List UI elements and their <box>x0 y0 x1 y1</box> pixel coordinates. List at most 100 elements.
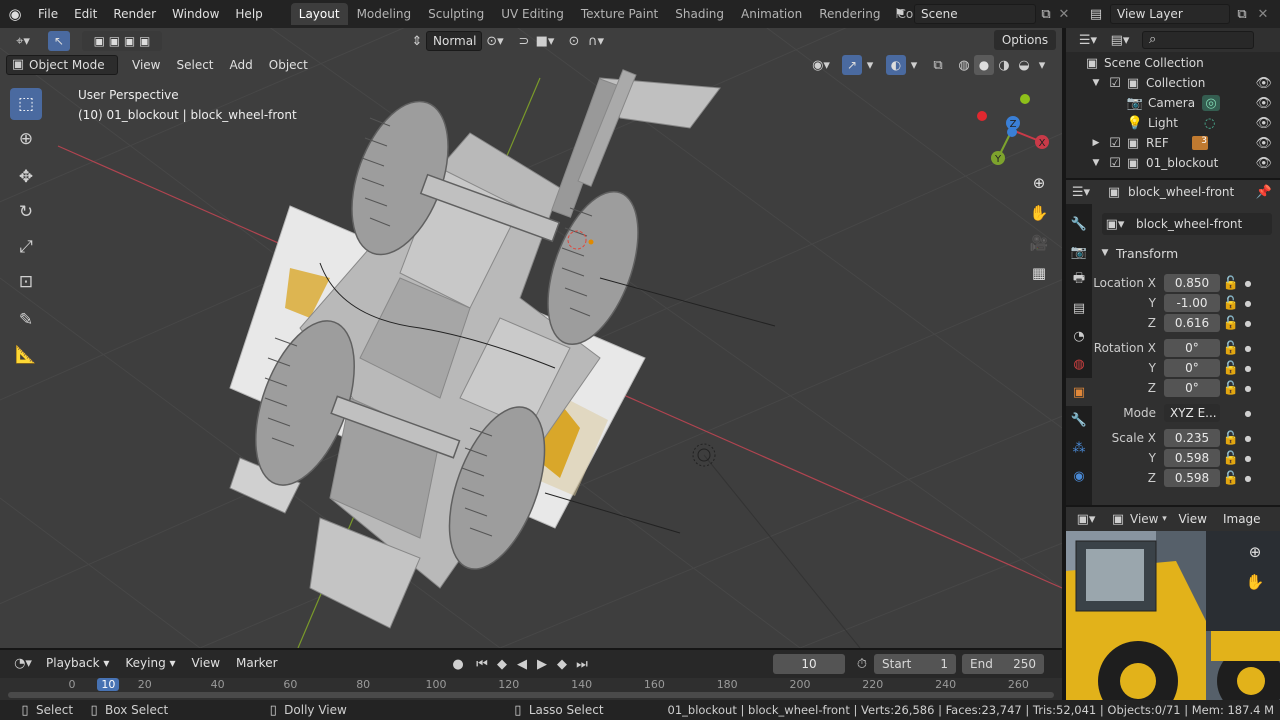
tab-rendering[interactable]: Rendering <box>811 3 888 25</box>
menu-file[interactable]: File <box>30 0 66 28</box>
eye-icon[interactable]: 👁 <box>1255 136 1272 151</box>
collapse-icon[interactable]: ▼ <box>1098 248 1112 258</box>
tab-texture-paint[interactable]: Texture Paint <box>573 3 666 25</box>
zoom-icon[interactable]: ⊕ <box>1244 541 1266 563</box>
eye-icon[interactable]: 👁 <box>1255 116 1272 131</box>
blender-logo-icon[interactable]: ◉ <box>0 0 30 28</box>
view-layer-tab-icon[interactable]: ▤ <box>1066 294 1092 322</box>
physics-tab-icon[interactable]: ◉ <box>1066 462 1092 490</box>
scene-field[interactable]: Scene <box>914 4 1036 24</box>
expand-icon[interactable]: ▶ <box>1090 138 1102 148</box>
scene-collection-row[interactable]: ▣ Scene Collection <box>1066 53 1280 73</box>
solid-shading-icon[interactable]: ● <box>974 55 994 75</box>
image-editor[interactable]: ▣▾ ▣ View ▾ View Image ⊕ ✋ <box>1066 507 1280 700</box>
selection-mode-icons[interactable]: ▣ ▣ ▣ ▣ <box>82 31 162 51</box>
rotation-y-field[interactable]: 0° <box>1164 359 1220 377</box>
view-mode-select[interactable]: ▣ View ▾ <box>1110 512 1170 527</box>
start-frame-field[interactable]: Start 1 <box>874 654 956 674</box>
pan-icon[interactable]: ✋ <box>1244 571 1266 593</box>
rotation-z-field[interactable]: 0° <box>1164 379 1220 397</box>
lock-icon[interactable]: 🔓 <box>1220 431 1242 446</box>
overlays-toggle-icon[interactable]: ◐ <box>886 55 906 75</box>
expand-icon[interactable]: ▼ <box>1090 158 1102 168</box>
proportional-edit-icon[interactable]: ⊙ <box>564 34 584 49</box>
lock-icon[interactable]: 🔓 <box>1220 341 1242 356</box>
lock-icon[interactable]: 🔓 <box>1220 451 1242 466</box>
cursor-tool-icon[interactable]: ⊕ <box>10 123 42 155</box>
next-keyframe-icon[interactable]: ◆ <box>552 657 572 672</box>
timeline-menu-view[interactable]: View <box>184 650 228 676</box>
timeline-scrollbar[interactable] <box>8 692 1054 698</box>
properties-editor-icon[interactable]: ☰▾ <box>1066 185 1096 200</box>
visibility-icon[interactable]: ◉▾ <box>808 58 834 73</box>
scale-y-field[interactable]: 0.598 <box>1164 449 1220 467</box>
keyframe-dot-icon[interactable]: ● <box>1242 364 1254 373</box>
keyframe-dot-icon[interactable]: ● <box>1242 434 1254 443</box>
options-button[interactable]: Options <box>994 30 1056 50</box>
timeline-ruler[interactable]: 0 10 20 40 60 80 100 120 140 160 180 200 220 240 260 <box>0 678 1062 700</box>
keyframe-dot-icon[interactable]: ● <box>1242 454 1254 463</box>
camera-view-icon[interactable]: 🎥 <box>1026 230 1052 256</box>
image-menu-image[interactable]: Image <box>1215 507 1269 531</box>
record-icon[interactable]: ● <box>448 657 468 672</box>
zoom-icon[interactable]: ⊕ <box>1026 170 1052 196</box>
play-reverse-icon[interactable]: ◀ <box>512 657 532 672</box>
light-data-icon[interactable]: ◌ <box>1204 116 1215 131</box>
location-y-field[interactable]: -1.00 <box>1164 294 1220 312</box>
pan-icon[interactable]: ✋ <box>1026 200 1052 226</box>
gizmo-dropdown-icon[interactable]: ▾ <box>862 58 878 73</box>
object-tab-icon[interactable]: ▣ <box>1066 378 1092 406</box>
object-data-icon[interactable]: ▣▾ <box>1102 217 1128 232</box>
camera-data-icon[interactable]: ◎ <box>1202 95 1220 111</box>
end-frame-field[interactable]: End 250 <box>962 654 1044 674</box>
menu-edit[interactable]: Edit <box>66 0 105 28</box>
rendered-shading-icon[interactable]: ◒ <box>1014 58 1034 73</box>
expand-icon[interactable]: ▼ <box>1090 78 1102 88</box>
outliner-editor-icon[interactable]: ☰▾ <box>1074 33 1102 48</box>
tab-layout[interactable]: Layout <box>290 3 348 25</box>
gizmo-toggle-icon[interactable]: ↗ <box>842 55 862 75</box>
material-shading-icon[interactable]: ◑ <box>994 58 1014 73</box>
image-editor-type-icon[interactable]: ▣▾ <box>1072 512 1100 527</box>
menu-window[interactable]: Window <box>164 0 227 28</box>
keyframe-dot-icon[interactable]: ● <box>1242 319 1254 328</box>
tool-tab-icon[interactable]: 🔧 <box>1066 210 1092 238</box>
checkbox-icon[interactable]: ☑ <box>1108 136 1122 151</box>
falloff-icon[interactable]: ∩▾ <box>584 34 608 49</box>
modifier-tab-icon[interactable]: 🔧 <box>1066 406 1092 434</box>
editor-type-icon[interactable]: ⌖▾ <box>6 31 40 51</box>
timeline-menu-marker[interactable]: Marker <box>228 650 285 676</box>
outliner-item-ref[interactable]: ▶ ☑ ▣ REF 3 👁 <box>1066 133 1280 153</box>
viewport-menu-view[interactable]: View <box>124 54 168 76</box>
display-mode-icon[interactable]: ▤▾ <box>1106 33 1134 48</box>
select-box-tool-icon[interactable]: ⬚ <box>10 88 42 120</box>
scale-tool-icon[interactable]: ⤢ <box>10 231 42 263</box>
scale-x-field[interactable]: 0.235 <box>1164 429 1220 447</box>
particles-tab-icon[interactable]: ⁂ <box>1066 434 1092 462</box>
3d-viewport[interactable]: X Y Z ⌖▾ ↖ ▣ ▣ ▣ ▣ ⇕ Normal ⊙▾ ⊃ ■▾ ⊙ ∩▾… <box>0 28 1062 648</box>
outliner-item-collection[interactable]: ▼ ☑ ▣ Collection 👁 <box>1066 73 1280 93</box>
view-layer-icon[interactable]: ▤ <box>1086 4 1106 24</box>
preview-range-icon[interactable]: ⏱ <box>852 654 872 674</box>
transform-orientation-select[interactable]: Normal <box>426 31 482 51</box>
keyframe-dot-icon[interactable]: ● <box>1242 344 1254 353</box>
tab-modeling[interactable]: Modeling <box>349 3 420 25</box>
measure-tool-icon[interactable]: 📐 <box>10 339 42 371</box>
transform-panel-header[interactable]: ▼ Transform <box>1098 242 1278 264</box>
checkbox-icon[interactable]: ☑ <box>1108 156 1122 171</box>
eye-icon[interactable]: 👁 <box>1255 156 1272 171</box>
tab-animation[interactable]: Animation <box>733 3 810 25</box>
outliner-item-light[interactable]: 💡 Light ◌ 👁 <box>1066 113 1280 133</box>
lock-icon[interactable]: 🔓 <box>1220 471 1242 486</box>
wireframe-shading-icon[interactable]: ◍ <box>954 58 974 73</box>
snap-icon[interactable]: ⊃ <box>514 34 534 49</box>
scene-selector-icon[interactable]: ⚑ <box>888 4 912 24</box>
timeline-menu-keying[interactable]: Keying ▾ <box>117 650 183 676</box>
timeline-menu-playback[interactable]: Playback ▾ <box>38 650 117 676</box>
keyframe-dot-icon[interactable]: ● <box>1242 299 1254 308</box>
image-menu-view[interactable]: View <box>1170 507 1214 531</box>
location-x-field[interactable]: 0.850 <box>1164 274 1220 292</box>
outliner-search[interactable]: ⌕ <box>1142 31 1254 49</box>
jump-end-icon[interactable]: ⏭ <box>572 657 592 672</box>
xray-icon[interactable]: ⧉ <box>928 58 948 73</box>
